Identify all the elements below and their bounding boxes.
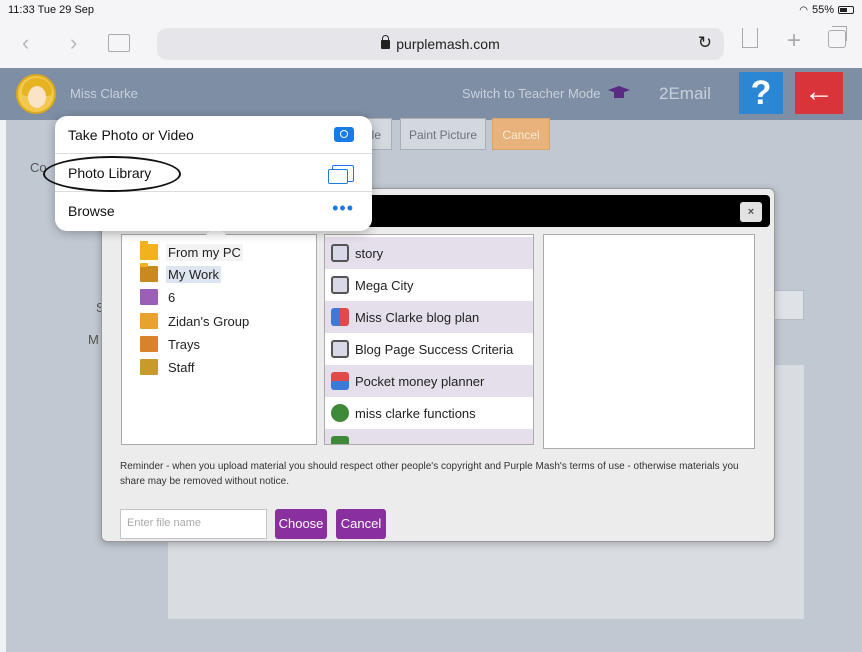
- folder-item-from-my-pc[interactable]: From my PC: [140, 241, 243, 263]
- status-battery: ◠ 55%: [799, 4, 854, 16]
- camera-icon: [334, 127, 354, 142]
- wifi-icon: ◠: [799, 4, 808, 16]
- spreadsheet-icon: [331, 372, 349, 390]
- folder-item-trays[interactable]: Trays: [140, 333, 202, 355]
- url-text: purplemash.com: [396, 36, 500, 52]
- file-item[interactable]: Mega City: [325, 269, 533, 301]
- tabs-icon[interactable]: [828, 26, 847, 48]
- class-group-icon: [140, 289, 158, 305]
- status-time: 11:33 Tue 29 Sep: [8, 4, 95, 16]
- file-item[interactable]: Miss Clarke blog plan: [325, 301, 533, 333]
- browse-option[interactable]: Browse •••: [55, 192, 372, 230]
- folder-item-my-work[interactable]: My Work: [140, 263, 222, 285]
- toolbar-cancel-button[interactable]: Cancel: [492, 118, 550, 150]
- graduation-cap-icon[interactable]: [608, 86, 630, 98]
- file-name-input[interactable]: Enter file name: [120, 509, 267, 539]
- folder-tree: From my PC My Work 6 Zidan's Group Trays…: [121, 234, 317, 445]
- file-item-partial[interactable]: [325, 429, 533, 444]
- user-name: Miss Clarke: [70, 86, 138, 101]
- app-header: Miss Clarke Switch to Teacher Mode 2Emai…: [0, 68, 862, 120]
- file-item[interactable]: story: [325, 237, 533, 269]
- file-chooser-dialog: × From my PC My Work 6 Zidan's Group Tra…: [101, 188, 775, 542]
- photo-library-icon: [328, 165, 354, 184]
- highlight-circle-annotation: [43, 156, 181, 192]
- page-field[interactable]: [770, 290, 804, 320]
- folder-icon: [140, 241, 158, 260]
- back-nav-icon[interactable]: ‹: [22, 30, 29, 56]
- group-folder-icon: [140, 313, 158, 329]
- status-bar: 11:33 Tue 29 Sep ◠ 55%: [0, 0, 862, 22]
- file-icon: [331, 436, 349, 444]
- lock-icon: [381, 35, 391, 49]
- copyright-reminder: Reminder - when you upload material you …: [120, 461, 739, 487]
- address-bar[interactable]: purplemash.com ↻: [157, 28, 724, 60]
- file-list: story Mega City Miss Clarke blog plan Bl…: [324, 234, 534, 445]
- email-file-icon: [331, 340, 349, 358]
- battery-icon: [838, 6, 854, 14]
- folder-item-staff[interactable]: Staff: [140, 356, 197, 378]
- folder-item-zidans-group[interactable]: Zidan's Group: [140, 310, 251, 332]
- back-arrow-button[interactable]: ←: [795, 72, 843, 114]
- app-title: 2Email: [659, 84, 711, 103]
- close-dialog-button[interactable]: ×: [740, 202, 762, 222]
- file-item[interactable]: miss clarke functions: [325, 397, 533, 429]
- new-tab-icon[interactable]: +: [787, 27, 801, 55]
- take-photo-option[interactable]: Take Photo or Video: [55, 116, 372, 154]
- staff-icon: [140, 359, 158, 375]
- file-item[interactable]: Pocket money planner: [325, 365, 533, 397]
- folder-open-icon: [140, 263, 158, 282]
- email-file-icon: [331, 276, 349, 294]
- browser-toolbar: ‹ › purplemash.com ↻: [0, 22, 862, 68]
- choose-button[interactable]: Choose: [275, 509, 327, 539]
- switch-teacher-mode-link[interactable]: Switch to Teacher Mode: [462, 86, 601, 101]
- avatar[interactable]: [16, 74, 56, 114]
- page-fragment-text: M: [88, 332, 99, 347]
- bookmarks-icon[interactable]: [108, 34, 130, 52]
- more-icon: •••: [332, 198, 354, 218]
- forward-nav-icon[interactable]: ›: [70, 30, 77, 56]
- monster-icon: [331, 404, 349, 422]
- paint-picture-button[interactable]: Paint Picture: [400, 118, 486, 150]
- trays-icon: [140, 336, 158, 352]
- folder-item-6[interactable]: 6: [140, 286, 177, 308]
- share-icon[interactable]: [742, 28, 758, 48]
- file-item[interactable]: Blog Page Success Criteria: [325, 333, 533, 365]
- help-button[interactable]: ?: [739, 72, 783, 114]
- file-preview-pane: [543, 234, 755, 449]
- email-file-icon: [331, 244, 349, 262]
- reload-icon[interactable]: ↻: [698, 33, 712, 53]
- blog-plan-icon: [331, 308, 349, 326]
- dialog-cancel-button[interactable]: Cancel: [336, 509, 386, 539]
